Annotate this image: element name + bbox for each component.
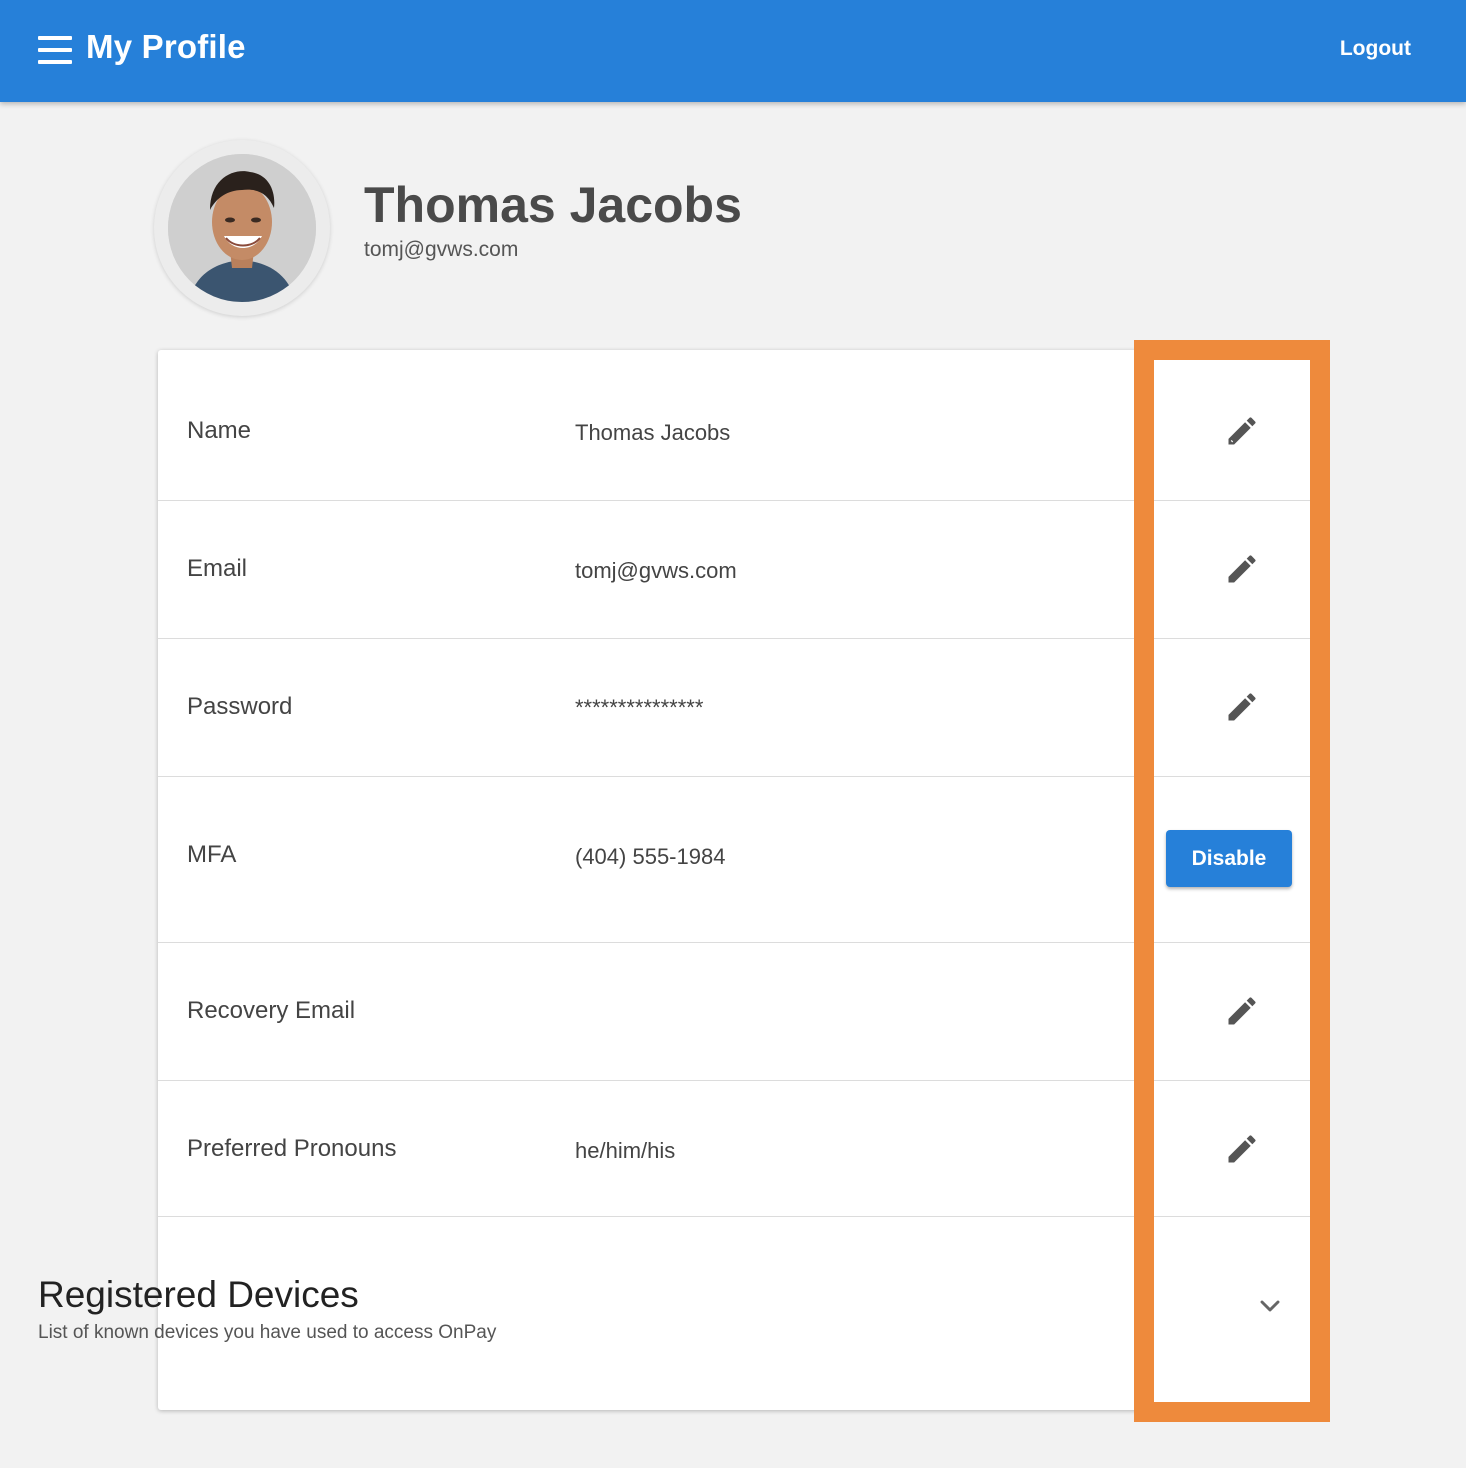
row-value: he/him/his <box>575 1138 676 1163</box>
settings-row-name: Name Thomas Jacobs <box>158 350 1310 501</box>
edit-pencil-icon[interactable] <box>1224 689 1260 725</box>
row-label: MFA <box>187 841 237 868</box>
registered-devices-title: Registered Devices <box>38 1274 359 1315</box>
settings-row-email: Email tomj@gvws.com <box>158 501 1310 639</box>
page-title: My Profile <box>86 28 246 65</box>
avatar-photo <box>168 154 316 302</box>
profile-name: Thomas Jacobs <box>364 177 742 233</box>
registered-devices-subtitle: List of known devices you have used to a… <box>38 1322 497 1343</box>
settings-row-pronouns: Preferred Pronouns he/him/his <box>158 1081 1310 1217</box>
row-value: Thomas Jacobs <box>575 420 731 445</box>
row-label: Password <box>187 693 293 720</box>
avatar <box>168 154 316 302</box>
disable-mfa-button[interactable]: Disable <box>1166 830 1292 887</box>
row-label: Preferred Pronouns <box>187 1135 397 1162</box>
top-app-bar: My Profile Logout <box>0 0 1466 102</box>
row-value: *************** <box>575 695 704 720</box>
chevron-down-icon[interactable] <box>1254 1290 1286 1322</box>
settings-row-password: Password *************** <box>158 639 1310 777</box>
row-label: Email <box>187 555 248 582</box>
row-value: (404) 555-1984 <box>575 844 726 869</box>
row-label: Recovery Email <box>187 997 356 1024</box>
edit-pencil-icon[interactable] <box>1224 993 1260 1029</box>
settings-row-mfa: MFA (404) 555-1984 Disable <box>158 777 1310 943</box>
profile-email: tomj@gvws.com <box>364 238 519 261</box>
edit-pencil-icon[interactable] <box>1224 413 1260 449</box>
edit-pencil-icon[interactable] <box>1224 551 1260 587</box>
hamburger-menu-icon[interactable] <box>38 36 74 68</box>
row-label: Name <box>187 417 252 444</box>
logout-link[interactable]: Logout <box>1340 37 1411 61</box>
settings-row-recovery-email: Recovery Email <box>158 943 1310 1081</box>
row-value: tomj@gvws.com <box>575 558 737 583</box>
edit-pencil-icon[interactable] <box>1224 1131 1260 1167</box>
profile-settings-card: Name Thomas Jacobs Email tomj@gvws.com P… <box>158 350 1310 1410</box>
